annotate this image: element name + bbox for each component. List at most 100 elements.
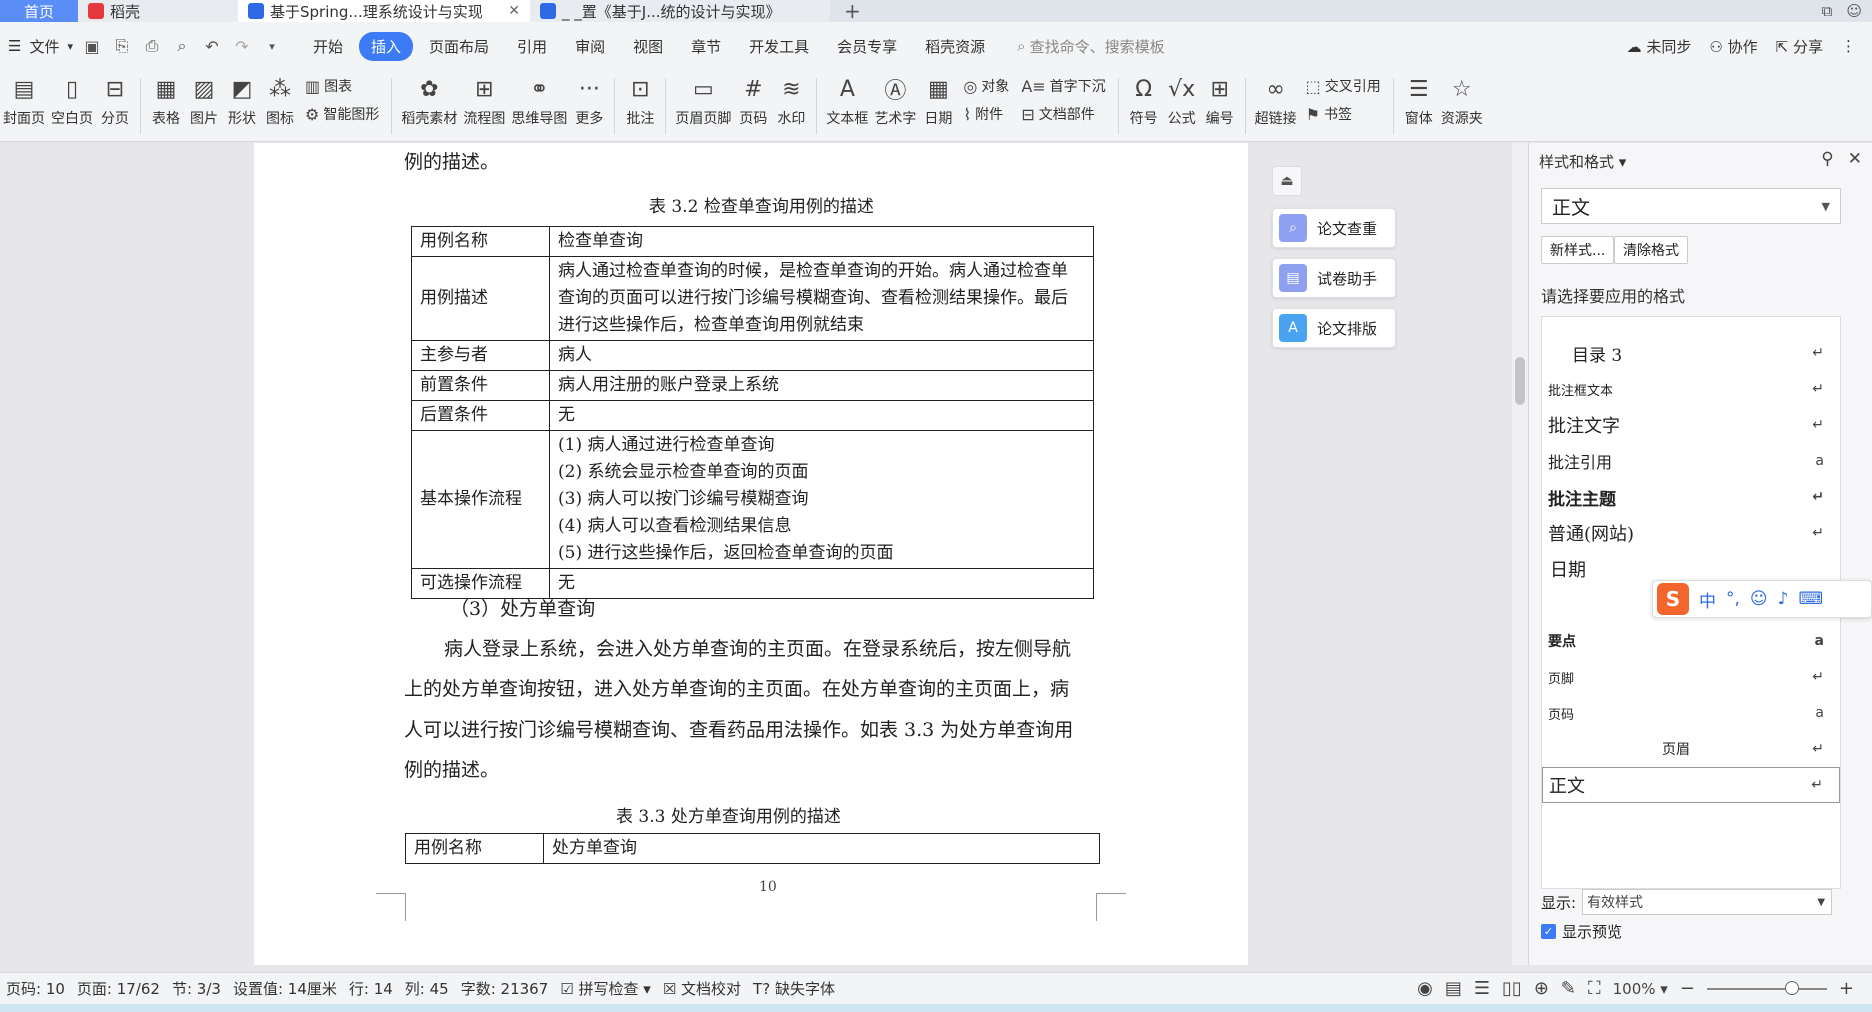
hyperlink-button[interactable]: ∞ 超链接	[1252, 74, 1300, 128]
reading-view-icon[interactable]: ▯▯	[1502, 978, 1522, 999]
page-view-icon[interactable]: ▤	[1445, 978, 1462, 999]
document-parts-button[interactable]: ⊟ 文档部件	[1021, 104, 1105, 124]
date-button[interactable]: ▦ 日期	[919, 74, 957, 128]
body-paragraph-line[interactable]: 病人登录上系统，会进入处方单查询的主页面。在登录系统后，按左侧导航	[444, 634, 1071, 661]
cross-reference-button[interactable]: ⬚ 交叉引用	[1306, 76, 1381, 96]
zoom-in-button[interactable]: +	[1839, 978, 1854, 999]
table-button[interactable]: ▦ 表格	[147, 74, 185, 128]
bookmark-button[interactable]: ⚑ 书签	[1306, 104, 1381, 124]
table-value-cell[interactable]: 无	[549, 400, 1094, 431]
table-key-cell[interactable]: 用例名称	[405, 833, 544, 864]
menu-insert[interactable]: 插入	[359, 31, 414, 61]
sync-status-button[interactable]: ☁ 未同步	[1627, 36, 1692, 57]
close-icon[interactable]: ✕	[1848, 149, 1862, 169]
section-heading[interactable]: （3）处方单查询	[450, 594, 595, 621]
table-value-cell[interactable]: 无	[549, 568, 1094, 599]
attachment-button[interactable]: ⌇ 附件	[963, 104, 1009, 124]
ime-toolbar[interactable]: S 中 °, ☺ ♪ ⌨	[1652, 580, 1872, 618]
tab-daoke[interactable]: 稻壳	[78, 0, 238, 22]
redo-icon[interactable]: ↷	[231, 35, 253, 57]
new-style-button[interactable]: 新样式...	[1541, 236, 1615, 264]
table-value-cell[interactable]: 检查单查询	[549, 226, 1094, 257]
numbering-button[interactable]: ⊞ 编号	[1201, 74, 1239, 128]
chart-button[interactable]: ▥ 图表	[305, 76, 379, 96]
print-preview-icon[interactable]: ⌕	[171, 35, 193, 57]
style-list-item[interactable]: 页脚 ↵	[1542, 659, 1840, 695]
style-list-item[interactable]: 批注主题 ↵	[1542, 479, 1840, 515]
collapse-helpers-button[interactable]: ⏏	[1272, 166, 1302, 196]
customize-quick-access-icon[interactable]: ▾	[261, 35, 283, 57]
more-button[interactable]: ··· 更多	[570, 74, 608, 128]
web-view-icon[interactable]: ⊕	[1534, 978, 1549, 999]
menu-member[interactable]: 会员专享	[825, 32, 909, 61]
cover-page-button[interactable]: ▤ 封面页	[0, 74, 48, 128]
style-list-item[interactable]: 页码 a	[1542, 695, 1840, 731]
table-key-cell[interactable]: 后置条件	[411, 400, 550, 431]
undo-icon[interactable]: ↶	[201, 35, 223, 57]
tab-document-second[interactable]: _ _置《基于J...统的设计与实现》	[530, 0, 830, 22]
table-value-cell[interactable]: 处方单查询	[543, 833, 1100, 864]
clear-format-button[interactable]: 清除格式	[1614, 236, 1688, 264]
form-button[interactable]: ☰ 窗体	[1400, 74, 1438, 128]
mindmap-button[interactable]: ⚭ 思维导图	[508, 74, 570, 128]
header-footer-button[interactable]: ▭ 页眉页脚	[672, 74, 734, 128]
tab-home[interactable]: 首页	[0, 0, 78, 22]
document-canvas[interactable]: 例的描述。 表 3.2 检查单查询用例的描述 用例名称 检查单查询 用例描述 病人通过…	[0, 143, 1512, 965]
symbol-button[interactable]: Ω 符号	[1125, 74, 1163, 128]
menu-daoke-resources[interactable]: 稻壳资源	[913, 32, 997, 61]
emoji-icon[interactable]: ☺	[1750, 589, 1768, 609]
show-filter-select[interactable]: 有效样式 ▼	[1582, 889, 1833, 915]
table-key-cell[interactable]: 主参与者	[411, 340, 550, 371]
document-page[interactable]: 例的描述。 表 3.2 检查单查询用例的描述 用例名称 检查单查询 用例描述 病人通过…	[254, 143, 1248, 965]
menu-view[interactable]: 视图	[621, 32, 675, 61]
hamburger-menu-icon[interactable]: ☰	[8, 37, 21, 55]
missing-fonts-button[interactable]: T? 缺失字体	[747, 978, 841, 999]
flowchart-button[interactable]: ⊞ 流程图	[460, 74, 508, 128]
status-word-count[interactable]: 字数: 21367	[455, 978, 555, 999]
table-key-cell[interactable]: 用例描述	[411, 256, 550, 341]
current-style-select[interactable]: 正文 ▼	[1541, 188, 1841, 224]
table-value-cell[interactable]: 病人用注册的账户登录上系统	[549, 370, 1094, 401]
icon-button[interactable]: ⁂ 图标	[261, 74, 299, 128]
table-value-cell[interactable]: (1) 病人通过进行检查单查询 (2) 系统会显示检查单查询的页面 (3) 病人可以…	[549, 430, 1094, 569]
style-list-item[interactable]: 批注框文本 ↵	[1542, 371, 1840, 407]
table-caption[interactable]: 表 3.2 检查单查询用例的描述	[649, 192, 874, 217]
table-key-cell[interactable]: 前置条件	[411, 370, 550, 401]
ime-punctuation-toggle[interactable]: °,	[1726, 589, 1740, 609]
textbox-button[interactable]: A 文本框	[823, 74, 871, 128]
menu-start[interactable]: 开始	[301, 32, 355, 61]
zoom-out-button[interactable]: −	[1680, 978, 1695, 999]
use-case-table-3-2[interactable]: 用例名称 检查单查询 用例描述 病人通过检查单查询的时候，是检查单查询的开始。病人通过…	[411, 226, 1094, 599]
zoom-slider-knob[interactable]	[1784, 980, 1799, 995]
menu-page-layout[interactable]: 页面布局	[417, 32, 501, 61]
pin-icon[interactable]: ⚲	[1821, 149, 1833, 169]
style-list-item[interactable]: 正文 ↵	[1542, 767, 1840, 803]
document-scrollbar[interactable]	[1512, 143, 1528, 965]
menu-review[interactable]: 审阅	[563, 32, 617, 61]
document-proofread-button[interactable]: ☒ 文档校对	[657, 978, 747, 999]
blank-page-button[interactable]: ▯ 空白页	[48, 74, 96, 128]
zoom-slider[interactable]	[1706, 980, 1827, 995]
menu-references[interactable]: 引用	[505, 32, 559, 61]
style-list-item[interactable]: 目录 3 ↵	[1542, 335, 1840, 371]
new-tab-button[interactable]: +	[830, 0, 875, 23]
keyboard-icon[interactable]: ⌨	[1799, 589, 1824, 609]
body-paragraph-line[interactable]: 例的描述。	[404, 755, 499, 782]
print-icon[interactable]: ⎙	[141, 35, 163, 57]
watermark-button[interactable]: ≋ 水印	[772, 74, 810, 128]
menu-chapter[interactable]: 章节	[679, 32, 733, 61]
body-text-line[interactable]: 例的描述。	[404, 147, 499, 174]
share-button[interactable]: ⇱ 分享	[1776, 36, 1823, 57]
body-paragraph-line[interactable]: 人可以进行按门诊编号模糊查询、查看药品用法操作。如表 3.3 为处方单查询用	[404, 715, 1073, 742]
ime-language-toggle[interactable]: 中	[1699, 587, 1716, 612]
style-list-item[interactable]: 要点 a	[1542, 623, 1840, 659]
smartart-button[interactable]: ⚙ 智能图形	[305, 104, 379, 124]
export-pdf-icon[interactable]: ⎘	[111, 35, 133, 57]
plagiarism-check-button[interactable]: ⌕ 论文查重	[1272, 208, 1396, 248]
pane-title[interactable]: 样式和格式 ▾	[1539, 151, 1626, 172]
table-value-cell[interactable]: 病人	[549, 340, 1094, 371]
scrollbar-thumb[interactable]	[1515, 357, 1525, 405]
wordart-button[interactable]: Ⓐ 艺术字	[871, 74, 919, 128]
style-list-item[interactable]: 普通(网站) ↵	[1542, 515, 1840, 551]
eye-protection-icon[interactable]: ◉	[1417, 978, 1433, 999]
